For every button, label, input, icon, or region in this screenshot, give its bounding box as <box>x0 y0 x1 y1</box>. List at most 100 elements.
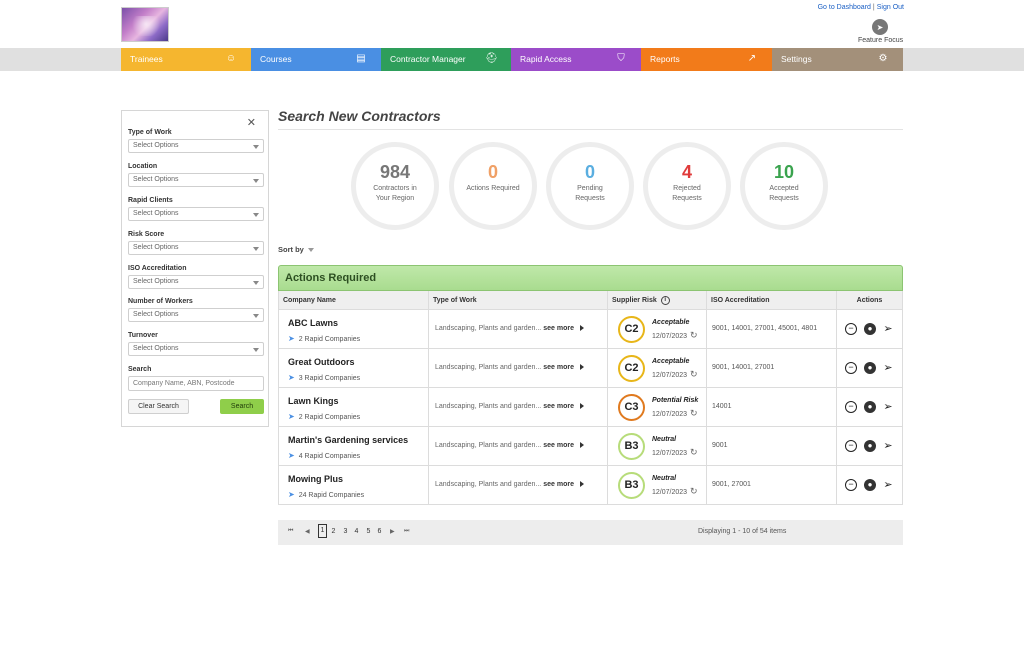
caret-right-icon[interactable] <box>580 442 584 449</box>
prev-page-icon[interactable]: ◀ <box>305 528 310 535</box>
globe-icon[interactable]: ● <box>864 479 876 491</box>
see-more-link[interactable]: see more <box>543 325 574 332</box>
risk-date-value: 12/07/2023 <box>652 450 688 457</box>
page-number[interactable]: 5 <box>364 526 373 537</box>
paper-plane-icon[interactable]: ➢ <box>882 323 894 335</box>
filter-turnover: Turnover Select Options <box>128 332 264 356</box>
nav-settings[interactable]: Settings ⚙ <box>772 48 903 71</box>
reject-icon[interactable]: − <box>845 440 857 452</box>
nav-courses[interactable]: Courses ▤ <box>251 48 381 71</box>
logo[interactable] <box>121 7 169 42</box>
see-more-link[interactable]: see more <box>543 481 574 488</box>
contractors-table: Company Name Type of Work Supplier Risk i… <box>278 291 903 505</box>
globe-icon[interactable]: ● <box>864 401 876 413</box>
company-name[interactable]: Martin's Gardening services <box>288 435 408 445</box>
caret-right-icon[interactable] <box>580 364 584 371</box>
select-value: Select Options <box>133 142 179 149</box>
paper-plane-icon[interactable]: ➢ <box>882 479 894 491</box>
workers-select[interactable]: Select Options <box>128 308 264 322</box>
reject-icon[interactable]: − <box>845 401 857 413</box>
company-name[interactable]: Great Outdoors <box>288 357 355 367</box>
filter-label: Rapid Clients <box>128 197 173 204</box>
table-row[interactable]: Lawn Kings ➤ 2 Rapid Companies Landscaping,… <box>279 388 902 427</box>
search-button[interactable]: Search <box>220 399 264 414</box>
see-more-link[interactable]: see more <box>543 442 574 449</box>
reject-icon[interactable]: − <box>845 362 857 374</box>
column-header[interactable]: Company Name <box>279 291 429 309</box>
company-name[interactable]: Mowing Plus <box>288 474 343 484</box>
paper-plane-icon[interactable]: ➢ <box>882 401 894 413</box>
rapid-clients-select[interactable]: Select Options <box>128 207 264 221</box>
turnover-select[interactable]: Select Options <box>128 342 264 356</box>
nav-label: Courses <box>260 54 292 64</box>
nav-reports[interactable]: Reports ↗ <box>641 48 772 71</box>
nav-rapid-access[interactable]: Rapid Access ⛉ <box>511 48 641 71</box>
refresh-icon[interactable]: ↻ <box>690 486 698 497</box>
stat-rejected[interactable]: 4 Rejected Requests <box>643 142 731 230</box>
page-number[interactable]: 2 <box>329 526 338 537</box>
caret-right-icon[interactable] <box>580 403 584 410</box>
refresh-icon[interactable]: ↻ <box>690 447 698 458</box>
signout-link[interactable]: Sign Out <box>877 4 904 11</box>
type-of-work-select[interactable]: Select Options <box>128 139 264 153</box>
info-icon[interactable]: i <box>660 295 670 305</box>
search-input[interactable]: Company Name, ABN, Postcode <box>128 376 264 391</box>
location-select[interactable]: Select Options <box>128 173 264 187</box>
company-name[interactable]: ABC Lawns <box>288 318 338 328</box>
risk-date: 12/07/2023 ↻ <box>652 408 698 419</box>
nav-contractor-manager[interactable]: Contractor Manager ⛑ <box>381 48 511 71</box>
caret-right-icon[interactable] <box>580 481 584 488</box>
column-header[interactable]: ISO Accreditation <box>707 291 837 309</box>
globe-icon[interactable]: ● <box>864 440 876 452</box>
reject-icon[interactable]: − <box>845 323 857 335</box>
refresh-icon[interactable]: ↻ <box>690 369 698 380</box>
company-cell: Great Outdoors ➤ 3 Rapid Companies <box>279 349 429 387</box>
feature-focus-label[interactable]: Feature Focus <box>858 37 903 44</box>
filter-rapid-clients: Rapid Clients Select Options <box>128 197 264 221</box>
column-header[interactable]: Type of Work <box>429 291 608 309</box>
nav-trainees[interactable]: Trainees ☺ <box>121 48 251 71</box>
globe-icon[interactable]: ● <box>864 362 876 374</box>
risk-badge: B3 <box>618 472 645 499</box>
paper-plane-icon[interactable]: ➢ <box>882 362 894 374</box>
refresh-icon[interactable]: ↻ <box>690 408 698 419</box>
iso-select[interactable]: Select Options <box>128 275 264 289</box>
paper-plane-icon[interactable]: ➢ <box>882 440 894 452</box>
page-number[interactable]: 1 <box>318 524 327 538</box>
caret-right-icon[interactable] <box>580 325 584 332</box>
nav-label: Rapid Access <box>520 54 572 64</box>
filter-panel: ✕ Type of Work Select Options Location S… <box>121 110 269 427</box>
table-row[interactable]: Mowing Plus ➤ 24 Rapid Companies Landscapin… <box>279 466 902 505</box>
page-number[interactable]: 4 <box>352 526 361 537</box>
risk-badge: B3 <box>618 433 645 460</box>
first-page-icon[interactable]: ⏮ <box>288 528 293 535</box>
paper-plane-icon[interactable]: ➤ <box>872 19 888 35</box>
nav-label: Trainees <box>130 54 163 64</box>
column-header: Supplier Risk <box>612 297 657 304</box>
clear-search-button[interactable]: Clear Search <box>128 399 189 414</box>
see-more-link[interactable]: see more <box>543 403 574 410</box>
close-icon[interactable]: ✕ <box>247 116 256 129</box>
risk-score-select[interactable]: Select Options <box>128 241 264 255</box>
last-page-icon[interactable]: ⏭ <box>404 528 409 535</box>
see-more-link[interactable]: see more <box>543 364 574 371</box>
reject-icon[interactable]: − <box>845 479 857 491</box>
page-number[interactable]: 6 <box>375 526 384 537</box>
company-cell: Mowing Plus ➤ 24 Rapid Companies <box>279 466 429 504</box>
actions-cell: − ● ➢ <box>837 388 902 426</box>
table-row[interactable]: Martin's Gardening services ➤ 4 Rapid Comp… <box>279 427 902 466</box>
globe-icon[interactable]: ● <box>864 323 876 335</box>
shield-icon: ⛉ <box>617 53 625 64</box>
stat-actions[interactable]: 0 Actions Required <box>449 142 537 230</box>
stat-pending[interactable]: 0 Pending Requests <box>546 142 634 230</box>
table-row[interactable]: Great Outdoors ➤ 3 Rapid Companies Landscap… <box>279 349 902 388</box>
stat-accepted[interactable]: 10 Accepted Requests <box>740 142 828 230</box>
next-page-icon[interactable]: ▶ <box>390 528 395 535</box>
refresh-icon[interactable]: ↻ <box>690 330 698 341</box>
company-name[interactable]: Lawn Kings <box>288 396 339 406</box>
column-header-supplier-risk[interactable]: Supplier Risk i <box>608 291 707 309</box>
page-number[interactable]: 3 <box>341 526 350 537</box>
table-row[interactable]: ABC Lawns ➤ 2 Rapid Companies Landscaping, … <box>279 310 902 349</box>
dashboard-link[interactable]: Go to Dashboard <box>818 4 871 11</box>
sort-by-dropdown[interactable]: Sort by <box>278 245 314 254</box>
